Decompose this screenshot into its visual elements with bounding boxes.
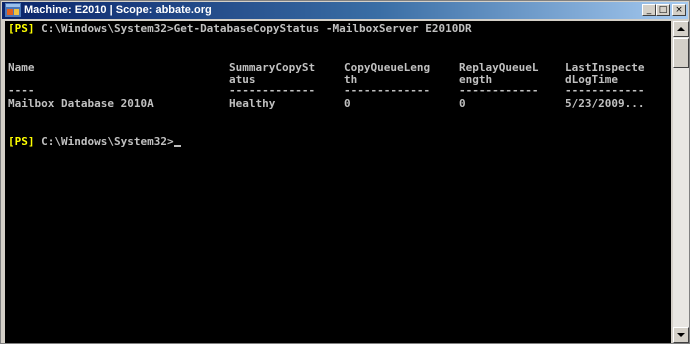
scrollbar-thumb[interactable] — [673, 38, 689, 68]
cell-status: Healthy — [229, 97, 276, 110]
scroll-up-button[interactable] — [673, 21, 689, 37]
separator-summary: ------------- — [229, 84, 316, 97]
text-cursor — [173, 145, 181, 147]
separator-name: ---- — [8, 84, 35, 97]
cell-replayqueue: 0 — [459, 97, 466, 110]
arrow-down-icon — [677, 333, 685, 337]
header-name: Name — [8, 61, 35, 74]
exchange-shell-icon — [5, 3, 21, 17]
prompt-path: C:\Windows\System32> — [34, 135, 174, 148]
scroll-down-button[interactable] — [673, 327, 689, 343]
separator-lastinspected: ------------ — [565, 84, 645, 97]
minimize-button[interactable]: _ — [642, 4, 656, 16]
close-button[interactable]: × — [672, 4, 686, 16]
separator-replayqueue: ------------ — [459, 84, 539, 97]
minimize-icon: _ — [646, 5, 652, 15]
vertical-scrollbar[interactable] — [673, 21, 689, 343]
cell-name: Mailbox Database 2010A — [8, 97, 154, 110]
command-text: C:\Windows\System32>Get-DatabaseCopyStat… — [34, 22, 472, 35]
separator-copyqueue: ------------- — [344, 84, 431, 97]
maximize-icon: □ — [658, 5, 668, 15]
current-prompt-line[interactable]: [PS] C:\Windows\System32> — [8, 135, 181, 148]
ps-prompt-tag: [PS] — [8, 22, 35, 35]
console-output[interactable]: [PS] C:\Windows\System32>Get-DatabaseCop… — [5, 21, 671, 343]
cell-copyqueue: 0 — [344, 97, 351, 110]
arrow-up-icon — [677, 27, 685, 31]
window-title: Machine: E2010 | Scope: abbate.org — [24, 4, 212, 16]
maximize-button[interactable]: □ — [656, 4, 670, 16]
ps-prompt-tag-2: [PS] — [8, 135, 35, 148]
close-icon: × — [675, 5, 683, 15]
title-bar[interactable]: Machine: E2010 | Scope: abbate.org _ □ × — [2, 2, 688, 19]
powershell-window: Machine: E2010 | Scope: abbate.org _ □ ×… — [0, 0, 690, 344]
cell-lastinspected: 5/23/2009... — [565, 97, 645, 110]
scrollbar-track[interactable] — [673, 37, 689, 327]
command-line: [PS] C:\Windows\System32>Get-DatabaseCop… — [8, 22, 472, 35]
